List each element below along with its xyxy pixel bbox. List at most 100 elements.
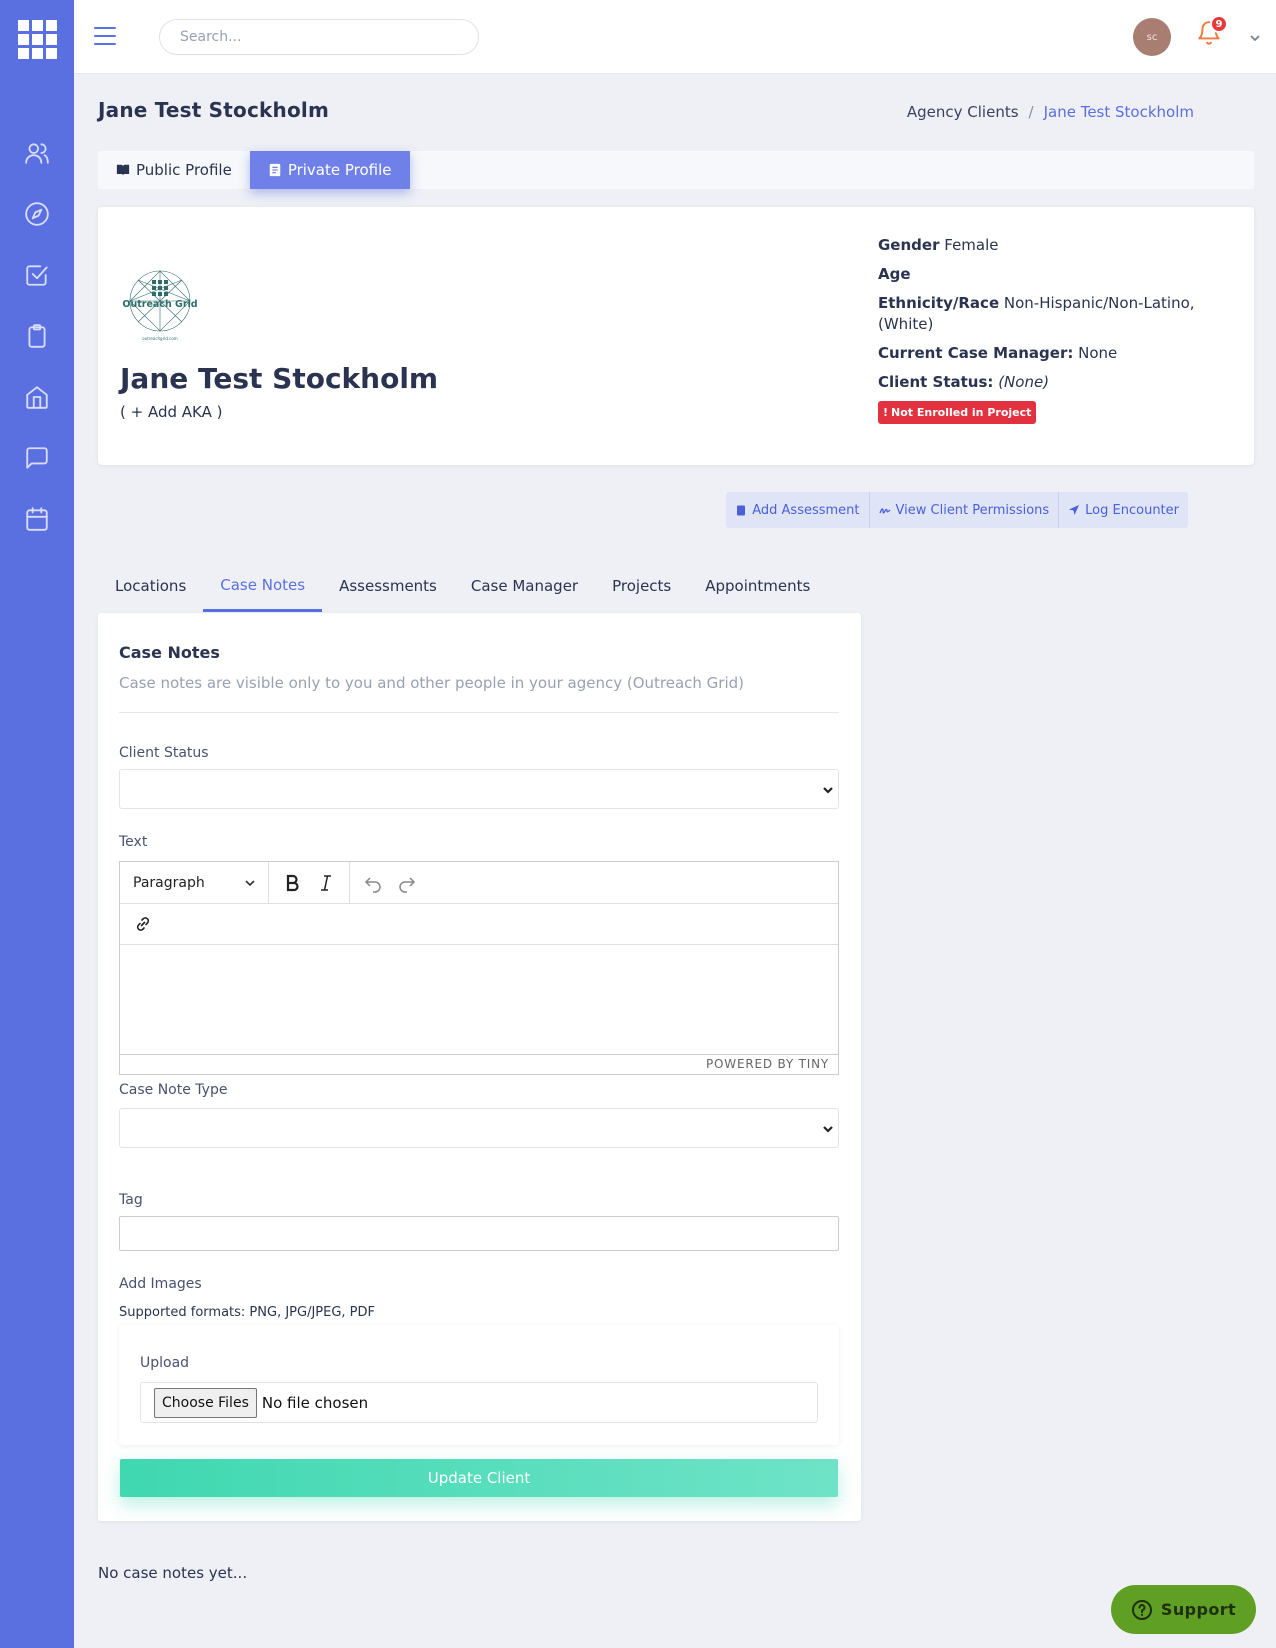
ethnicity-label: Ethnicity/Race [878,294,1000,312]
paragraph-format-select[interactable]: Paragraph [120,862,269,904]
log-encounter-label: Log Encounter [1085,502,1179,518]
compass-icon[interactable] [23,200,51,228]
profile-tabs: Public Profile Private Profile [98,151,1254,189]
breadcrumb: Agency Clients / Jane Test Stockholm [907,103,1194,121]
breadcrumb-current: Jane Test Stockholm [1043,103,1194,121]
calendar-icon[interactable] [23,505,51,533]
svg-text:outreachgrid.com: outreachgrid.com [142,336,178,341]
log-encounter-button[interactable]: Log Encounter [1059,492,1188,528]
question-circle-icon [1131,1599,1152,1620]
add-assessment-button[interactable]: Add Assessment [726,492,870,528]
gender-label: Gender [878,236,940,254]
client-info: Gender Female Age Ethnicity/Race Non-His… [878,235,1208,424]
case-manager-label: Current Case Manager: [878,344,1074,362]
checkbox-icon[interactable] [23,261,51,289]
outreach-grid-logo: Outreach Grid outreachgrid.com [122,270,198,341]
view-permissions-button[interactable]: View Client Permissions [870,492,1060,528]
clipboard-icon [737,505,746,516]
bold-icon[interactable] [275,866,309,900]
status-badge: ! Not Enrolled in Project [878,401,1037,424]
apps-grid-icon[interactable] [18,20,57,59]
chat-icon[interactable] [23,444,51,472]
search-input[interactable] [159,19,479,55]
tab-private-profile[interactable]: Private Profile [249,151,410,189]
support-label: Support [1160,1600,1237,1619]
editor-toolbar-row-2 [120,904,838,945]
clipboard-icon[interactable] [23,322,51,350]
editor-toolbar: Paragraph [120,862,838,904]
sidebar [0,0,74,1648]
text-field-label: Text [119,834,148,850]
client-status-label: Client Status: [878,373,994,391]
case-note-type-label: Case Note Type [119,1082,228,1098]
file-status: No file chosen [261,1393,369,1412]
avatar[interactable]: sc [1133,18,1171,56]
case-manager-value: None [1078,344,1118,362]
client-status-select[interactable] [119,769,839,809]
tab-appointments[interactable]: Appointments [688,560,827,612]
client-status-value: (None) [998,373,1050,391]
tab-projects[interactable]: Projects [595,560,688,612]
tag-input[interactable] [119,1216,839,1251]
client-actions: Add Assessment View Client Permissions L… [726,492,1188,528]
file-input[interactable]: Choose Files No file chosen [140,1382,818,1423]
chevron-down-icon [823,787,833,794]
chevron-down-icon[interactable] [1249,29,1261,42]
divider [119,712,839,713]
chevron-down-icon [245,880,255,887]
users-icon[interactable] [23,139,51,167]
chevron-down-icon [823,1126,833,1133]
support-button[interactable]: Support [1111,1585,1256,1634]
italic-icon[interactable] [309,866,343,900]
case-notes-form: Case Notes Case notes are visible only t… [98,613,861,1521]
exclamation-icon: ! [883,406,889,419]
upload-box: Upload Choose Files No file chosen [119,1325,839,1445]
location-arrow-icon [1069,505,1080,515]
tab-locations[interactable]: Locations [98,560,203,612]
case-note-type-select[interactable] [119,1108,839,1148]
profile-card: Outreach Grid outreachgrid.com Jane Test… [98,207,1254,465]
client-status-field-label: Client Status [119,745,209,761]
tab-public-profile-label: Public Profile [136,161,232,179]
tab-assessments[interactable]: Assessments [322,560,454,612]
tab-case-manager[interactable]: Case Manager [454,560,595,612]
page-title: Jane Test Stockholm [98,98,330,122]
editor-branding[interactable]: POWERED BY TINY [120,1054,838,1074]
status-badge-label: Not Enrolled in Project [891,406,1032,419]
notepad-icon [269,163,281,177]
view-permissions-label: View Client Permissions [895,502,1050,518]
content-tabs: Locations Case Notes Assessments Case Ma… [98,560,827,612]
case-notes-subtitle: Case notes are visible only to you and o… [119,674,745,692]
tab-case-notes[interactable]: Case Notes [203,560,323,612]
editor-content-area[interactable] [120,945,838,1053]
redo-icon[interactable] [390,866,424,900]
svg-text:Outreach Grid: Outreach Grid [122,299,197,310]
tab-private-profile-label: Private Profile [287,161,392,179]
signature-icon [878,508,890,514]
book-icon [116,164,130,176]
gender-value: Female [944,236,999,254]
menu-toggle-icon[interactable] [94,27,116,45]
add-assessment-label: Add Assessment [752,502,860,518]
tab-public-profile[interactable]: Public Profile [98,151,250,189]
choose-files-button[interactable]: Choose Files [154,1387,257,1418]
no-case-notes-message: No case notes yet... [98,1564,248,1582]
update-client-button[interactable]: Update Client [120,1459,838,1497]
tag-label: Tag [119,1192,143,1208]
topbar: sc 9 [74,0,1276,74]
case-notes-title: Case Notes [119,643,220,662]
breadcrumb-agency-clients[interactable]: Agency Clients [907,103,1019,121]
upload-label: Upload [140,1355,190,1371]
undo-icon[interactable] [356,866,390,900]
breadcrumb-separator: / [1028,103,1034,121]
home-icon[interactable] [23,383,51,411]
age-label: Age [878,265,911,283]
link-icon[interactable] [126,907,160,941]
paragraph-format-label: Paragraph [133,875,205,891]
avatar-initials: sc [1146,31,1158,43]
add-images-label: Add Images [119,1276,202,1292]
notification-badge: 9 [1210,15,1228,33]
rich-text-editor: Paragraph POWERED BY TINY [119,861,839,1075]
add-aka-link[interactable]: ( + Add AKA ) [120,403,222,421]
supported-formats: Supported formats: PNG, JPG/JPEG, PDF [119,1305,376,1320]
